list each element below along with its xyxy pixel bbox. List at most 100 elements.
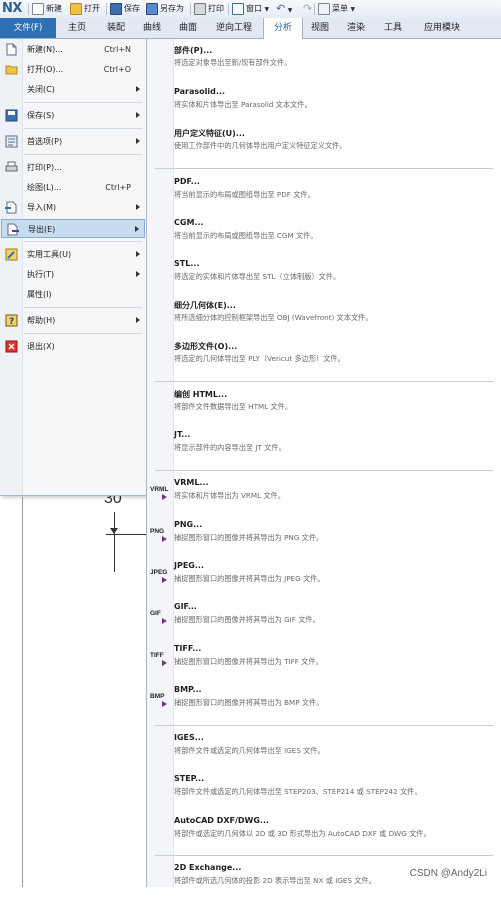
submenu-separator: [155, 381, 493, 382]
quick-menu-button[interactable]: 菜单 ▼: [318, 2, 355, 16]
redo-icon: ↷: [303, 2, 313, 15]
quick-undo-button[interactable]: ↶ ▼: [276, 2, 292, 16]
dimension-line: [106, 534, 146, 535]
export-item-bmp[interactable]: BMP BMP... 捕捉图形窗口的图像并将其导出为 BMP 文件。: [148, 685, 500, 721]
submenu-arrow-icon: [136, 86, 140, 92]
import-icon: [5, 201, 18, 214]
export-item-tiff[interactable]: TIFF TIFF... 捕捉图形窗口的图像并将其导出为 TIFF 文件。: [148, 644, 500, 680]
menu-item-new[interactable]: 新建(N)... Ctrl+N: [1, 40, 145, 59]
submenu-arrow-icon: [136, 204, 140, 210]
open-folder-icon: [5, 63, 18, 76]
export-item-gif[interactable]: GIF GIF... 捕捉图形窗口的图像并将其导出为 GIF 文件。: [148, 602, 500, 638]
export-item-html[interactable]: 编创 HTML... 将部件文件数据导出至 HTML 文件。: [148, 389, 500, 425]
window-icon: [232, 2, 244, 15]
nx-logo: NX: [2, 1, 22, 16]
export-item-iges[interactable]: IGES... 将部件文件或选定的几何体导出至 IGES 文件。: [148, 733, 500, 769]
menu-item-preferences[interactable]: 首选项(P): [1, 132, 145, 151]
tab-home[interactable]: 主页: [58, 18, 96, 38]
menu-item-execute[interactable]: 执行(T): [1, 265, 145, 284]
shortcut-key: Ctrl+O: [103, 65, 131, 74]
menu-separator: [24, 307, 142, 308]
tab-view[interactable]: 视图: [302, 18, 338, 38]
arrow-icon: [162, 618, 167, 624]
export-item-title: TIFF...: [174, 644, 202, 653]
export-item-part[interactable]: 部件(P)... 将选定对象导出至新/现有部件文件。: [148, 45, 500, 81]
quick-save-as-button[interactable]: 另存为: [146, 2, 184, 16]
shortcut-key: Ctrl+P: [105, 183, 131, 192]
tab-application[interactable]: 应用模块: [412, 18, 472, 38]
export-item-autocad[interactable]: AutoCAD DXF/DWG... 将部件或选定的几何体以 2D 或 3D 形…: [148, 816, 500, 852]
export-item-pdf[interactable]: PDF... 将当前显示的布局或图纸导出至 PDF 文件。: [148, 177, 500, 213]
tab-reverse-engineering[interactable]: 逆向工程: [206, 18, 262, 38]
submenu-arrow-icon: [136, 138, 140, 144]
quick-save-button[interactable]: 保存: [110, 2, 140, 16]
menu-item-import[interactable]: 导入(M): [1, 198, 145, 217]
tab-analysis[interactable]: 分析: [263, 18, 303, 39]
menu-item-label: 执行(T): [27, 270, 55, 279]
menu-item-label: 退出(X): [27, 342, 55, 351]
arrow-icon: [162, 494, 167, 500]
menu-item-open[interactable]: 打开(O)... Ctrl+O: [1, 60, 145, 79]
export-item-vrml[interactable]: VRML VRML... 将实体和片体导出为 VRML 文件。: [148, 478, 500, 514]
quick-redo-button[interactable]: ↷: [303, 2, 312, 16]
icon-text: PNG: [150, 528, 165, 535]
export-item-step[interactable]: STEP... 将部件文件或选定的几何体导出至 STEP203、STEP214 …: [148, 774, 500, 810]
export-item-description: 将当前显示的布局或图纸导出至 CGM 文件。: [174, 231, 318, 240]
submenu-arrow-icon: [136, 112, 140, 118]
quick-window-button[interactable]: 窗口 ▼: [232, 2, 269, 16]
quick-open-button[interactable]: 打开: [70, 2, 100, 16]
export-item-title: IGES...: [174, 733, 204, 742]
chevron-down-icon: ▼: [350, 6, 356, 13]
tab-assembly[interactable]: 装配: [98, 18, 134, 38]
menu-item-export[interactable]: 导出(E): [1, 219, 145, 238]
export-item-png[interactable]: PNG PNG... 捕捉图形窗口的图像并将其导出为 PNG 文件。: [148, 520, 500, 556]
menu-item-label: 打开(O)...: [27, 65, 64, 74]
tab-curve[interactable]: 曲线: [134, 18, 170, 38]
export-item-stl[interactable]: STL... 将选定的实体和片体导出至 STL（立体制版）文件。: [148, 259, 500, 295]
submenu-arrow-icon: [136, 271, 140, 277]
export-item-title: BMP...: [174, 685, 202, 694]
bmp-icon: BMP: [150, 693, 174, 707]
exit-icon: [5, 340, 18, 353]
menu-item-utilities[interactable]: 实用工具(U): [1, 245, 145, 264]
icon-text: BMP: [150, 693, 165, 700]
tab-render[interactable]: 渲染: [338, 18, 374, 38]
export-item-jpeg[interactable]: JPEG JPEG... 捕捉图形窗口的图像并将其导出为 JPEG 文件。: [148, 561, 500, 597]
quick-new-button[interactable]: 新建: [32, 2, 62, 16]
submenu-arrow-icon: [135, 226, 139, 232]
menu-item-help[interactable]: ? 帮助(H): [1, 311, 145, 330]
export-item-description: 将部件文件或选定的几何体导出至 IGES 文件。: [174, 746, 325, 755]
tab-tools[interactable]: 工具: [374, 18, 412, 38]
submenu-arrow-icon: [136, 251, 140, 257]
menu-item-close[interactable]: 关闭(C): [1, 80, 145, 99]
menu-separator: [24, 333, 142, 334]
quick-print-button[interactable]: 打印: [194, 2, 224, 16]
menu-item-plot[interactable]: 绘图(L)... Ctrl+P: [1, 178, 145, 197]
toolbar-separator: [228, 3, 229, 15]
tab-file[interactable]: 文件(F): [0, 18, 56, 38]
menu-separator: [24, 102, 142, 103]
export-item-polygon[interactable]: 多边形文件(O)... 将选定的几何体导出至 PLY（Vericut 多边形）文…: [148, 341, 500, 377]
menu-item-print[interactable]: 打印(P)...: [1, 158, 145, 177]
dimension-arrow: [110, 528, 118, 534]
submenu-arrow-icon: [136, 317, 140, 323]
export-item-subdivision[interactable]: 细分几何体(E)... 将所选细分体的控制框架导出至 OBJ (Wavefron…: [148, 300, 500, 336]
menu-separator: [24, 128, 142, 129]
export-item-jt[interactable]: JT... 将显示部件的内容导出至 JT 文件。: [148, 430, 500, 466]
quick-window-label: 窗口: [246, 4, 262, 13]
export-item-parasolid[interactable]: Parasolid... 将实体和片体导出至 Parasolid 文本文件。: [148, 87, 500, 123]
export-item-title: STL...: [174, 259, 200, 268]
tab-surface[interactable]: 曲面: [170, 18, 206, 38]
export-item-cgm[interactable]: CGM... 将当前显示的布局或图纸导出至 CGM 文件。: [148, 218, 500, 254]
arrow-icon: [162, 660, 167, 666]
export-item-description: 将选定对象导出至新/现有部件文件。: [174, 58, 292, 67]
export-item-title: STEP...: [174, 774, 205, 783]
menu-item-exit[interactable]: 退出(X): [1, 337, 145, 356]
menu-item-save[interactable]: 保存(S): [1, 106, 145, 125]
export-item-udf[interactable]: 用户定义特征(U)... 使用工作部件中的几何体导出用户定义特征定义文件。: [148, 128, 500, 164]
menu-item-properties[interactable]: 属性(I): [1, 285, 145, 304]
quick-menu-label: 菜单: [332, 4, 348, 13]
menu-item-label: 导入(M): [27, 203, 57, 212]
file-menu: 新建(N)... Ctrl+N 打开(O)... Ctrl+O 关闭(C) 保存…: [0, 39, 147, 496]
tiff-icon: TIFF: [150, 652, 174, 666]
